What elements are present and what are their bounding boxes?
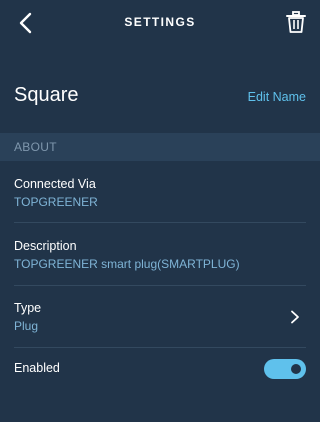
header-bar: SETTINGS [0,0,320,46]
edit-name-link[interactable]: Edit Name [248,90,306,104]
toggle-knob [291,364,301,374]
trash-icon [286,11,306,33]
enabled-label: Enabled [14,361,60,375]
type-label: Type [14,301,42,315]
enabled-toggle[interactable] [264,359,306,379]
description-value: TOPGREENER smart plug(SMARTPLUG) [14,257,240,271]
chevron-right-icon[interactable] [290,310,300,324]
type-value: Plug [14,319,39,333]
settings-screen: SETTINGS Square Edit Name ABOUT Connecte… [0,0,320,422]
connected-via-value: TOPGREENER [14,195,98,209]
device-name: Square [14,84,79,106]
description-label: Description [14,239,77,253]
about-section-title: ABOUT [14,140,57,154]
delete-button[interactable] [284,10,308,36]
type-row[interactable]: Type Plug [14,301,306,333]
enabled-row: Enabled [14,361,306,375]
connected-via-row: Connected Via TOPGREENER [14,177,306,209]
divider [14,285,306,286]
divider [14,347,306,348]
divider [14,222,306,223]
connected-via-label: Connected Via [14,177,96,191]
about-section-header: ABOUT [0,133,320,161]
page-title: SETTINGS [124,15,196,29]
description-row: Description TOPGREENER smart plug(SMARTP… [14,239,306,271]
